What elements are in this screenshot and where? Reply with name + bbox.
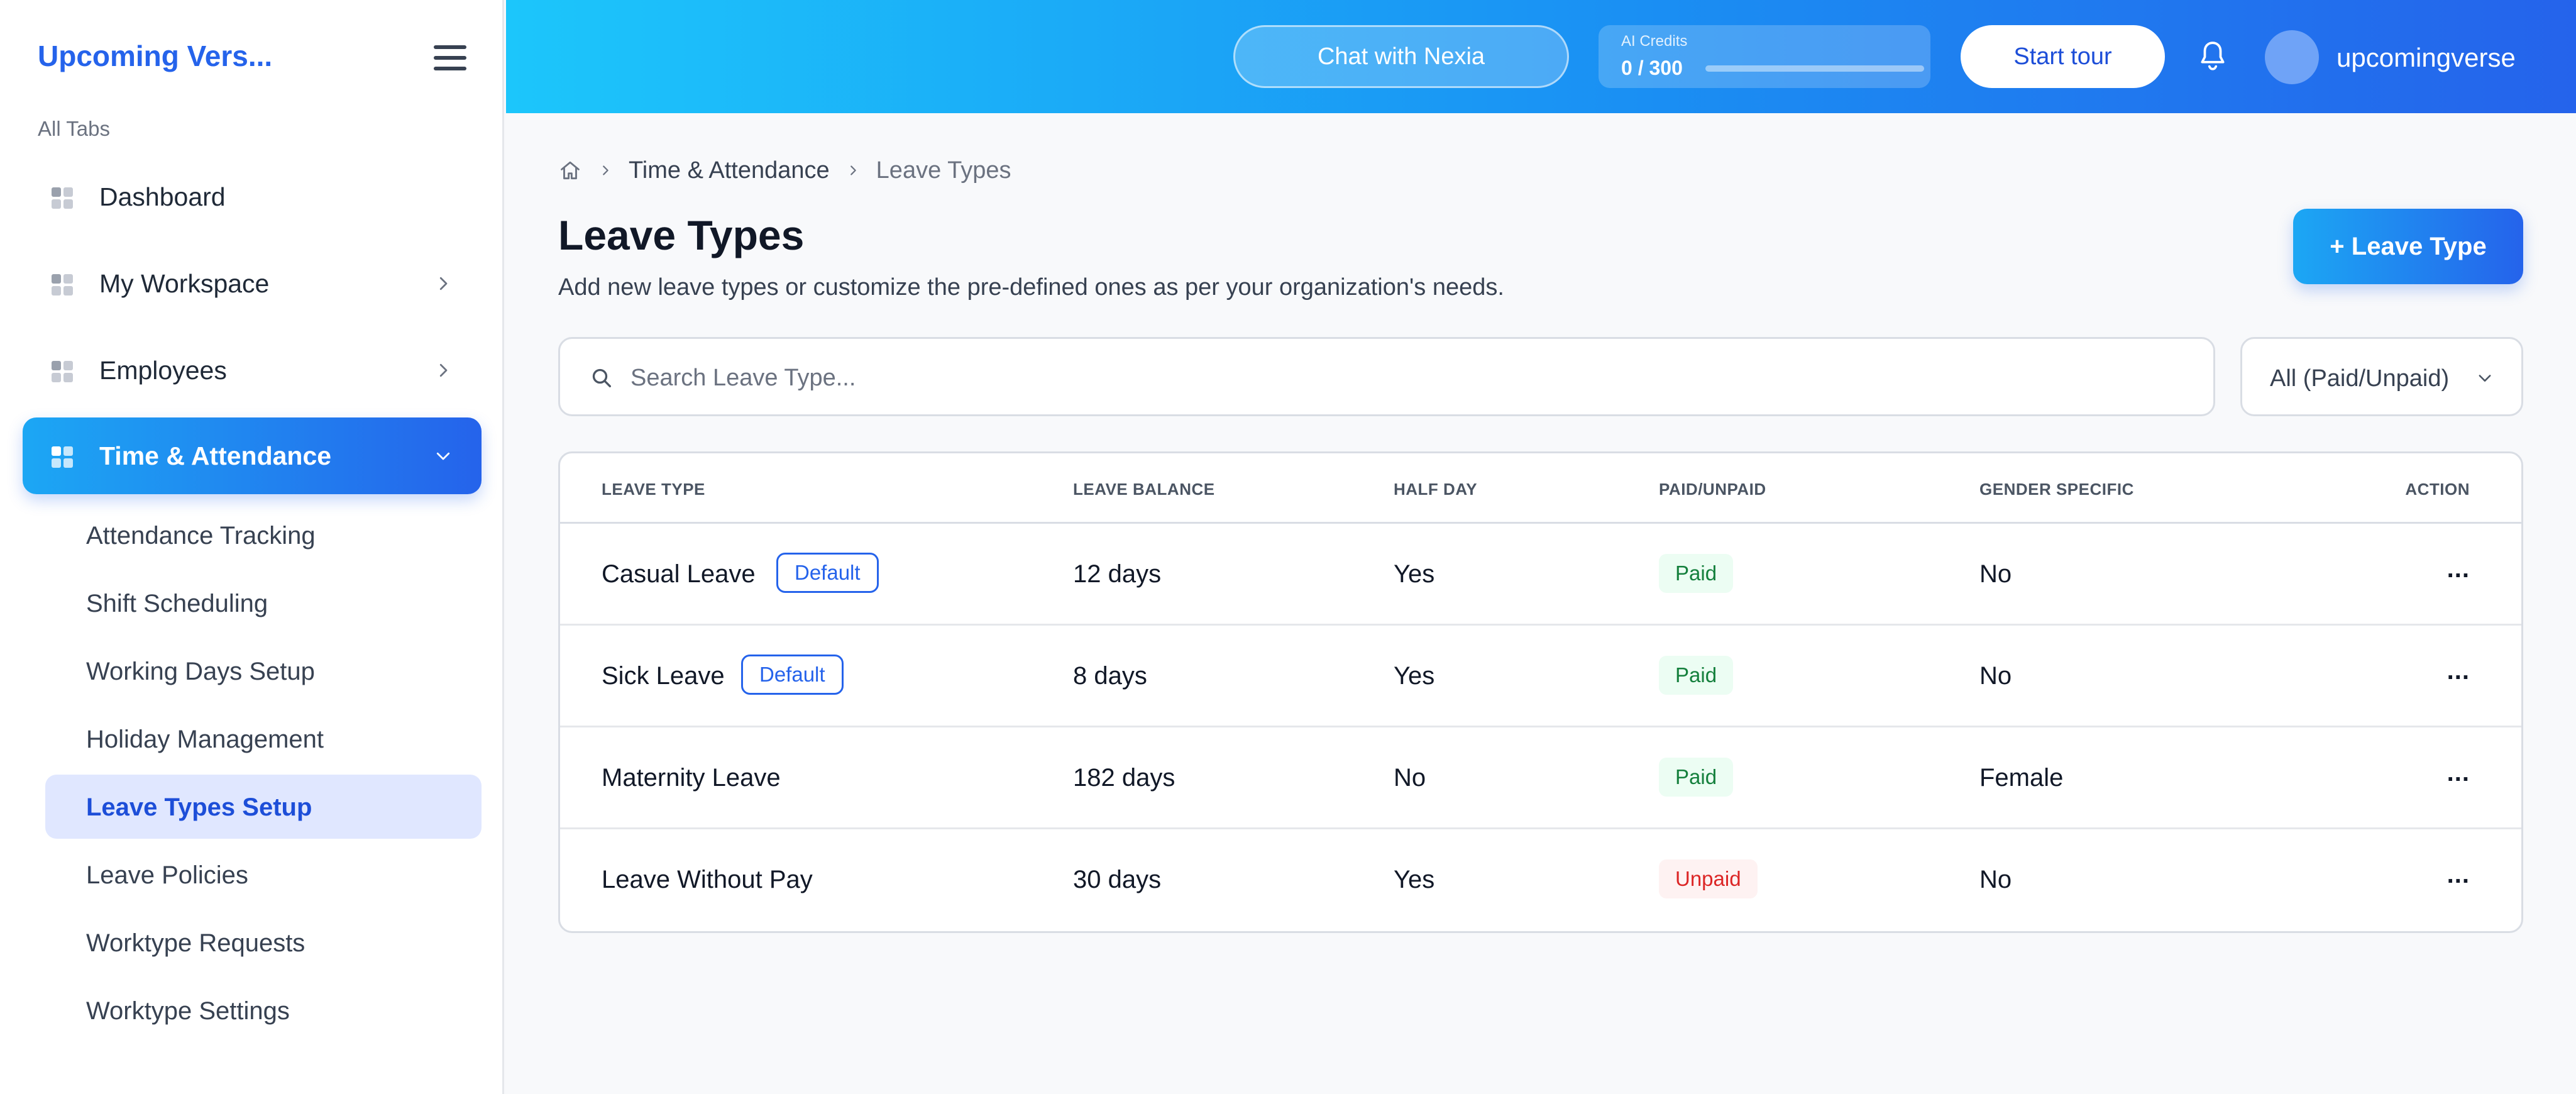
- sidebar: Upcoming Vers... All Tabs Dashboard My W…: [0, 0, 504, 1094]
- unpaid-status-badge: Unpaid: [1659, 859, 1758, 898]
- column-header-half-day: HALF DAY: [1394, 480, 1478, 499]
- sidebar-item-my-workspace[interactable]: My Workspace: [23, 245, 482, 322]
- paid-status-badge: Paid: [1659, 758, 1734, 797]
- sidebar-section-label: All Tabs: [38, 117, 110, 140]
- column-header-paid-unpaid: PAID/UNPAID: [1659, 480, 1766, 499]
- column-header-leave-balance: LEAVE BALANCE: [1073, 480, 1215, 499]
- home-icon[interactable]: [558, 158, 582, 182]
- row-actions-menu[interactable]: ...: [2447, 555, 2470, 583]
- grid-icon: [52, 361, 73, 382]
- sidebar-subitem-leave-types-setup[interactable]: Leave Types Setup: [45, 775, 482, 839]
- sidebar-item-label: Employees: [99, 355, 227, 385]
- sidebar-subitem-worktype-settings[interactable]: Worktype Settings: [45, 978, 482, 1042]
- table-row: Maternity Leave 182 days No Paid Female …: [560, 727, 2521, 829]
- add-leave-type-button[interactable]: + Leave Type: [2293, 209, 2523, 284]
- chat-with-nexia-button[interactable]: Chat with Nexia: [1233, 25, 1569, 88]
- sidebar-subitem-worktype-requests[interactable]: Worktype Requests: [45, 910, 482, 975]
- chevron-right-icon: [439, 363, 448, 377]
- column-header-gender-specific: GENDER SPECIFIC: [1979, 480, 2134, 499]
- leave-balance: 8 days: [1073, 662, 1147, 690]
- search-icon: [592, 368, 611, 387]
- paid-status-badge: Paid: [1659, 656, 1734, 695]
- search-box: [558, 337, 2215, 416]
- start-tour-button[interactable]: Start tour: [1961, 25, 2165, 88]
- table-header: LEAVE TYPE LEAVE BALANCE HALF DAY PAID/U…: [560, 453, 2521, 524]
- top-header: Chat with Nexia AI Credits 0 / 300 Start…: [506, 0, 2576, 113]
- breadcrumb: Time & Attendance Leave Types: [558, 155, 1011, 186]
- search-input[interactable]: [630, 358, 2189, 398]
- leave-type-name: Maternity Leave: [602, 764, 781, 792]
- chevron-down-icon: [436, 452, 450, 460]
- ai-credits-progress-bar: [1705, 65, 1924, 72]
- sidebar-subitem-holiday-management[interactable]: Holiday Management: [45, 707, 482, 771]
- grid-icon: [52, 274, 73, 296]
- default-badge: Default: [776, 553, 879, 593]
- default-badge: Default: [741, 655, 844, 695]
- table-row: Leave Without Pay 30 days Yes Unpaid No …: [560, 829, 2521, 931]
- half-day-value: Yes: [1394, 866, 1435, 893]
- sidebar-subitem-label: Working Days Setup: [86, 658, 315, 685]
- column-header-leave-type: LEAVE TYPE: [602, 480, 705, 499]
- filter-selected-value: All (Paid/Unpaid): [2270, 365, 2450, 392]
- paid-status-badge: Paid: [1659, 554, 1734, 593]
- avatar[interactable]: [2265, 30, 2319, 84]
- sidebar-subitem-leave-policies[interactable]: Leave Policies: [45, 843, 482, 907]
- chevron-right-icon: [850, 165, 856, 175]
- gender-specific-value: No: [1979, 866, 2012, 893]
- breadcrumb-item-leave-types: Leave Types: [876, 157, 1011, 184]
- sidebar-subitem-label: Worktype Settings: [86, 997, 290, 1025]
- ai-credits-widget: AI Credits 0 / 300: [1599, 25, 1930, 88]
- breadcrumb-item-time-attendance[interactable]: Time & Attendance: [629, 157, 830, 184]
- leave-balance: 12 days: [1073, 560, 1162, 588]
- row-actions-menu[interactable]: ...: [2447, 657, 2470, 685]
- gender-specific-value: No: [1979, 560, 2012, 588]
- sidebar-subitem-shift-scheduling[interactable]: Shift Scheduling: [45, 571, 482, 635]
- username[interactable]: upcomingverse: [2337, 43, 2516, 73]
- leave-balance: 30 days: [1073, 866, 1162, 893]
- grid-icon: [52, 187, 73, 209]
- paid-unpaid-filter-select[interactable]: All (Paid/Unpaid): [2240, 337, 2523, 416]
- row-actions-menu[interactable]: ...: [2447, 759, 2470, 787]
- leave-types-table: LEAVE TYPE LEAVE BALANCE HALF DAY PAID/U…: [558, 451, 2523, 933]
- ai-credits-value: 0 / 300: [1621, 57, 1683, 79]
- sidebar-subitem-label: Worktype Requests: [86, 929, 305, 957]
- leave-balance: 182 days: [1073, 764, 1175, 792]
- bell-icon[interactable]: [2197, 39, 2228, 74]
- sidebar-item-label: My Workspace: [99, 268, 270, 298]
- chevron-down-icon: [2479, 375, 2491, 382]
- table-row: Casual Leave Default 12 days Yes Paid No…: [560, 524, 2521, 626]
- hamburger-icon[interactable]: [434, 45, 466, 70]
- leave-type-name: Leave Without Pay: [602, 866, 813, 893]
- sidebar-item-label: Time & Attendance: [99, 441, 332, 470]
- chevron-right-icon: [439, 277, 448, 290]
- brand-name[interactable]: Upcoming Vers...: [38, 39, 272, 73]
- sidebar-item-label: Dashboard: [99, 182, 226, 211]
- half-day-value: No: [1394, 764, 1426, 792]
- gender-specific-value: No: [1979, 662, 2012, 690]
- chevron-right-icon: [603, 165, 608, 175]
- gender-specific-value: Female: [1979, 764, 2064, 792]
- sidebar-subitem-attendance-tracking[interactable]: Attendance Tracking: [45, 503, 482, 567]
- ai-credits-label: AI Credits: [1621, 33, 1688, 50]
- row-actions-menu[interactable]: ...: [2447, 861, 2470, 889]
- leave-type-name: Sick Leave: [602, 662, 725, 690]
- half-day-value: Yes: [1394, 560, 1435, 588]
- sidebar-subitem-label: Holiday Management: [86, 726, 324, 753]
- page-subtitle: Add new leave types or customize the pre…: [558, 274, 1504, 301]
- sidebar-subitem-label: Attendance Tracking: [86, 522, 316, 550]
- leave-type-name: Casual Leave: [602, 560, 756, 588]
- sidebar-subitem-working-days-setup[interactable]: Working Days Setup: [45, 639, 482, 703]
- grid-icon: [52, 446, 73, 468]
- sidebar-subitem-label: Shift Scheduling: [86, 590, 268, 617]
- sidebar-subitem-label: Leave Types Setup: [86, 793, 312, 821]
- sidebar-item-employees[interactable]: Employees: [23, 332, 482, 409]
- half-day-value: Yes: [1394, 662, 1435, 690]
- column-header-action: ACTION: [2405, 480, 2470, 499]
- sidebar-item-dashboard[interactable]: Dashboard: [23, 158, 482, 235]
- table-row: Sick Leave Default 8 days Yes Paid No ..…: [560, 626, 2521, 727]
- page-title: Leave Types: [558, 212, 805, 258]
- sidebar-item-time-attendance[interactable]: Time & Attendance: [23, 417, 482, 494]
- sidebar-subitem-label: Leave Policies: [86, 861, 248, 889]
